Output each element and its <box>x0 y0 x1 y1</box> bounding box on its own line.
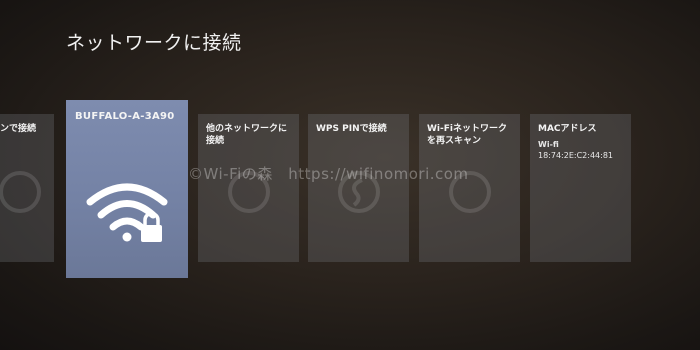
tile-label: BUFFALO-A-3A90 <box>75 111 175 122</box>
tile-connect-partial[interactable]: ンで接続 <box>0 114 54 262</box>
mac-value: 18:74:2E:C2:44:81 <box>538 151 614 160</box>
tile-rescan[interactable]: Wi-Fiネットワーク を再スキャン <box>419 114 520 262</box>
tile-mac-address[interactable]: MACアドレス Wi-fi 18:74:2E:C2:44:81 <box>530 114 631 262</box>
tile-label: WPS PINで接続 <box>316 124 387 134</box>
mac-info: Wi-fi 18:74:2E:C2:44:81 <box>538 139 623 161</box>
tile-label: MACアドレス <box>538 124 597 134</box>
watermark-text: ©Wi-Fiの森 https://wifinomori.com <box>188 165 469 183</box>
tile-other-network[interactable]: 他のネットワークに 接続 <box>198 114 299 262</box>
tile-label: ンで接続 <box>0 124 37 134</box>
tile-faded-icon <box>0 171 41 213</box>
tile-label: 他のネットワークに 接続 <box>206 124 288 146</box>
tile-wps-pin[interactable]: WPS PINで接続 <box>308 114 409 262</box>
wifi-lock-icon <box>86 183 168 242</box>
tile-label: Wi-Fiネットワーク を再スキャン <box>427 124 507 146</box>
page-title: ネットワークに接続 <box>66 32 242 54</box>
mac-interface: Wi-fi <box>538 140 559 149</box>
tile-network-buffalo[interactable]: BUFFALO-A-3A90 <box>66 100 188 278</box>
